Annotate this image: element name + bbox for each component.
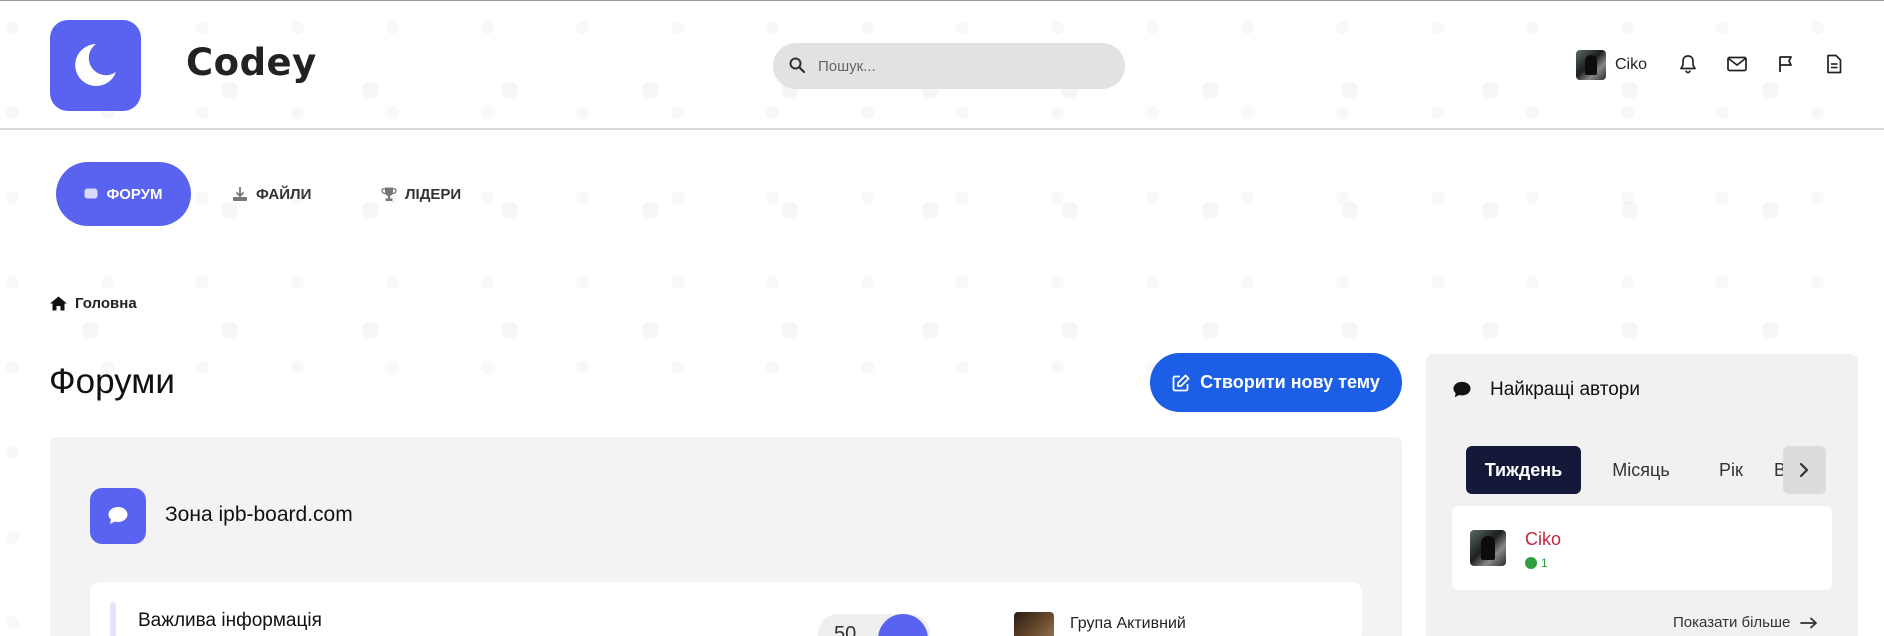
page-title: Форуми — [49, 362, 175, 401]
home-icon — [50, 296, 67, 311]
show-more-link[interactable]: Показати більше — [1673, 614, 1818, 631]
flag-icon[interactable] — [1776, 54, 1796, 74]
category-icon-box — [90, 488, 146, 544]
top-authors-widget: Найкращі автори Тиждень Місяць Рік В Cik… — [1426, 354, 1858, 636]
widget-title: Найкращі автори — [1452, 379, 1640, 401]
nav-leaders-label: ЛІДЕРИ — [405, 185, 462, 203]
search-icon — [789, 57, 805, 73]
forum-stat: 50 — [818, 614, 930, 636]
mail-icon[interactable] — [1726, 54, 1748, 74]
trophy-icon — [381, 187, 397, 201]
tab-year[interactable]: Рік — [1701, 446, 1761, 494]
tab-week[interactable]: Тиждень — [1466, 446, 1581, 494]
reputation-plus-icon — [1525, 557, 1537, 569]
search-bar[interactable] — [773, 43, 1125, 89]
last-poster-avatar[interactable] — [1014, 612, 1054, 636]
breadcrumb[interactable]: Головна — [50, 295, 137, 312]
forum-row[interactable]: Важлива інформація 50 Група Активний — [90, 582, 1362, 636]
create-topic-label: Створити нову тему — [1200, 372, 1380, 392]
user-menu[interactable]: Ciko — [1576, 50, 1647, 80]
arrow-right-icon — [1800, 617, 1818, 628]
search-input[interactable] — [818, 43, 1108, 89]
row-accent-bar — [110, 602, 116, 636]
user-avatar — [1576, 50, 1606, 80]
period-tabs: Тиждень Місяць Рік В — [1466, 446, 1826, 494]
author-reputation: 1 — [1525, 556, 1548, 570]
nav-files[interactable]: ФАЙЛИ — [232, 162, 311, 226]
tab-month[interactable]: Місяць — [1591, 446, 1691, 494]
chat-icon — [84, 188, 98, 199]
breadcrumb-home[interactable]: Головна — [75, 295, 137, 312]
category-title[interactable]: Зона ipb-board.com — [165, 503, 353, 527]
last-poster-group: Група Активний — [1070, 615, 1186, 632]
author-name[interactable]: Ciko — [1525, 529, 1561, 550]
show-more-label: Показати більше — [1673, 614, 1791, 631]
bell-icon[interactable] — [1678, 54, 1698, 74]
user-name: Ciko — [1615, 56, 1648, 73]
nav-leaders[interactable]: ЛІДЕРИ — [381, 162, 461, 226]
create-topic-button[interactable]: Створити нову тему — [1150, 353, 1402, 412]
author-avatar[interactable] — [1470, 530, 1506, 566]
forum-stat-value: 50 — [834, 623, 857, 636]
comment-icon — [1453, 381, 1471, 398]
site-brand[interactable]: Codey — [186, 41, 317, 84]
moon-icon — [75, 44, 116, 86]
edit-icon — [1172, 374, 1190, 391]
widget-title-text: Найкращі автори — [1490, 379, 1640, 400]
download-icon — [233, 187, 247, 201]
author-card[interactable]: Ciko 1 — [1452, 506, 1832, 590]
document-icon[interactable] — [1825, 54, 1843, 74]
site-header: Codey Ciko — [0, 1, 1884, 130]
chevron-right-icon — [1799, 462, 1809, 478]
forum-category: Зона ipb-board.com Важлива інформація 50… — [50, 437, 1402, 636]
nav-forum[interactable]: ФОРУМ — [56, 162, 191, 226]
nav-files-label: ФАЙЛИ — [256, 185, 312, 203]
comment-icon — [108, 507, 128, 524]
tabs-next-button[interactable] — [1783, 446, 1826, 494]
site-logo[interactable] — [50, 20, 141, 111]
forum-title[interactable]: Важлива інформація — [138, 610, 322, 632]
stat-icon — [878, 614, 928, 636]
reputation-value: 1 — [1541, 556, 1548, 570]
nav-forum-label: ФОРУМ — [106, 185, 163, 203]
